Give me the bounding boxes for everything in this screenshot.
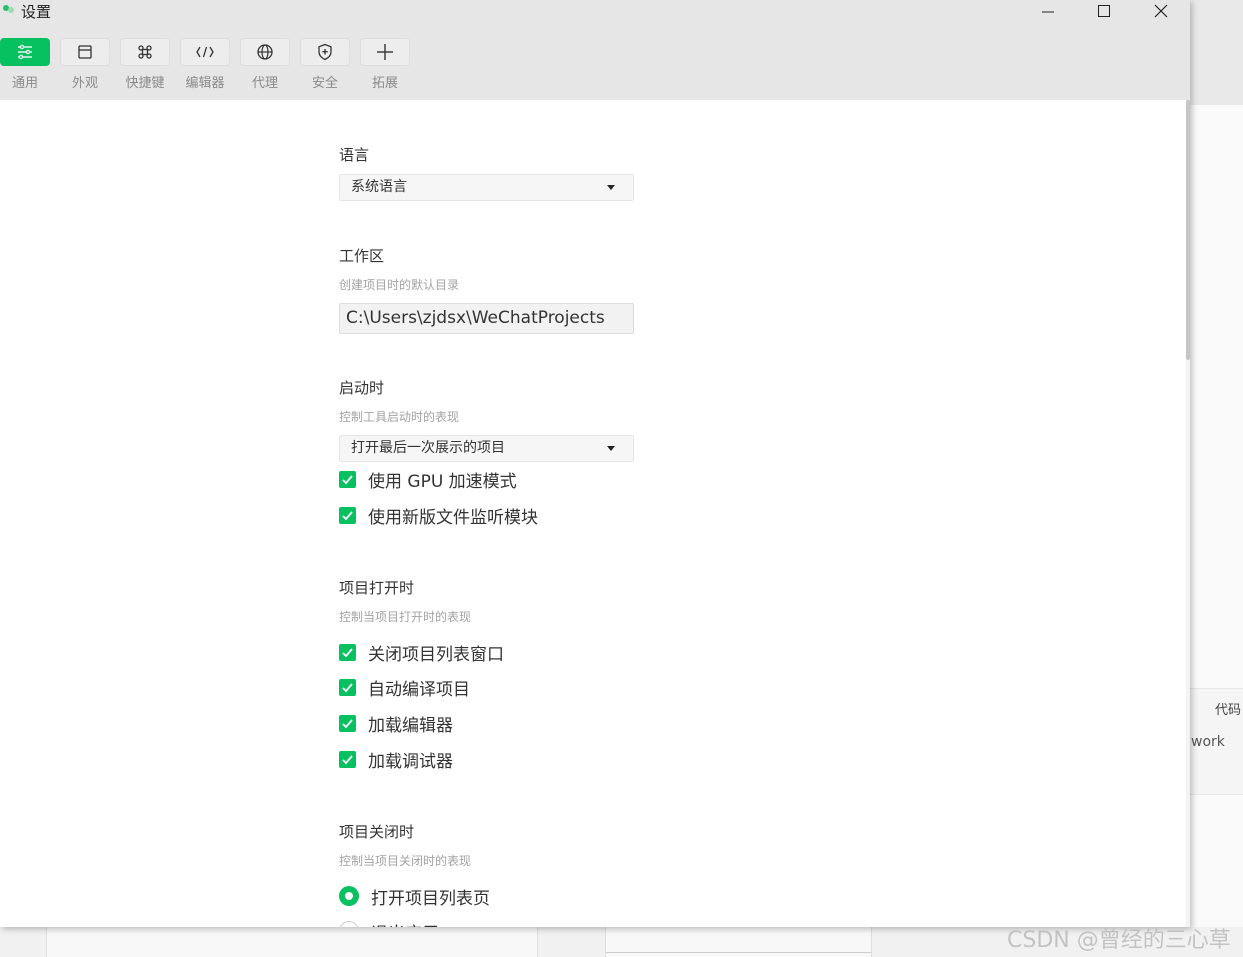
- file-watcher-label: 使用新版文件监听模块: [368, 507, 538, 528]
- language-title: 语言: [339, 146, 370, 164]
- auto-compile-checkbox[interactable]: [339, 678, 356, 696]
- auto-compile-checkbox-row[interactable]: 自动编译项目: [339, 677, 470, 700]
- workspace-title: 工作区: [339, 247, 385, 265]
- checkmark-icon: [342, 754, 353, 764]
- startup-select[interactable]: 打开最后一次展示的项目: [339, 435, 634, 462]
- workspace-path-input[interactable]: C:\Users\zjdsx\WeChatProjects: [339, 303, 634, 334]
- open-project-list-label: 打开项目列表页: [371, 888, 490, 909]
- tab-label: 外观: [71, 76, 98, 91]
- radio-dot-icon: [345, 892, 353, 900]
- project-close-description: 控制当项目关闭时的表现: [339, 854, 472, 868]
- globe-icon: [257, 44, 273, 60]
- tab-security[interactable]: 安全: [300, 38, 350, 91]
- exit-app-radio-row[interactable]: 退出应用: [339, 920, 439, 927]
- checkmark-icon: [342, 718, 353, 728]
- project-open-title: 项目打开时: [339, 579, 415, 597]
- tab-button[interactable]: [360, 38, 410, 66]
- project-close-title: 项目关闭时: [339, 823, 415, 841]
- app-logo-icon: [3, 5, 14, 13]
- maximize-button[interactable]: [1076, 0, 1132, 22]
- load-debugger-label: 加载调试器: [368, 751, 453, 772]
- open-project-list-radio[interactable]: [339, 886, 359, 906]
- tab-extensions[interactable]: 拓展: [360, 38, 410, 91]
- minimize-button[interactable]: [1020, 0, 1076, 22]
- maximize-icon: [1098, 5, 1110, 17]
- watermark: CSDN @曾经的三心草: [1007, 928, 1231, 953]
- file-watcher-checkbox[interactable]: [339, 506, 356, 524]
- command-key-icon: [138, 45, 152, 59]
- workspace-description: 创建项目时的默认目录: [339, 278, 460, 292]
- startup-title: 启动时: [339, 379, 385, 397]
- tab-button[interactable]: [60, 38, 110, 66]
- gpu-acceleration-checkbox[interactable]: [339, 470, 356, 488]
- settings-toolbar: 通用 外观 快捷键 编辑器 代理 安全 拓展: [0, 28, 1190, 100]
- tab-label: 代理: [251, 76, 278, 91]
- window-title: 设置: [21, 3, 52, 21]
- checkmark-icon: [342, 474, 353, 484]
- close-project-list-checkbox-row[interactable]: 关闭项目列表窗口: [339, 642, 504, 665]
- tab-proxy[interactable]: 代理: [240, 38, 290, 91]
- close-icon: [1154, 4, 1168, 18]
- startup-select-value: 打开最后一次展示的项目: [351, 440, 505, 456]
- auto-compile-label: 自动编译项目: [368, 679, 470, 700]
- plus-icon: [377, 44, 393, 60]
- close-project-list-label: 关闭项目列表窗口: [368, 644, 504, 665]
- tab-label: 编辑器: [185, 76, 225, 91]
- shield-icon: [318, 43, 332, 61]
- load-debugger-checkbox-row[interactable]: 加载调试器: [339, 749, 453, 772]
- tab-button[interactable]: [240, 38, 290, 66]
- exit-app-radio[interactable]: [339, 921, 359, 927]
- load-editor-checkbox[interactable]: [339, 714, 356, 732]
- close-button[interactable]: [1133, 0, 1189, 22]
- scrollbar-thumb[interactable]: [1186, 100, 1190, 360]
- sliders-icon: [18, 44, 32, 60]
- language-select[interactable]: 系统语言: [339, 174, 634, 201]
- tab-appearance[interactable]: 外观: [60, 38, 110, 91]
- minimize-icon: [1042, 11, 1054, 13]
- tab-button[interactable]: [120, 38, 170, 66]
- tab-label: 快捷键: [125, 76, 165, 91]
- startup-description: 控制工具启动时的表现: [339, 410, 460, 424]
- background-code-tab[interactable]: 代码: [1215, 699, 1241, 718]
- language-select-value: 系统语言: [351, 179, 407, 195]
- file-watcher-checkbox-row[interactable]: 使用新版文件监听模块: [339, 505, 538, 528]
- tab-button[interactable]: [0, 38, 50, 66]
- close-project-list-checkbox[interactable]: [339, 643, 356, 661]
- background-window-top: [1190, 0, 1243, 105]
- load-editor-label: 加载编辑器: [368, 715, 453, 736]
- background-panel: [605, 927, 872, 957]
- dropdown-arrow-icon: [607, 446, 615, 451]
- settings-content: [0, 100, 1190, 927]
- gpu-acceleration-checkbox-row[interactable]: 使用 GPU 加速模式: [339, 469, 517, 492]
- tab-button[interactable]: [300, 38, 350, 66]
- checkmark-icon: [342, 647, 353, 657]
- settings-window: 设置 通用 外观 快捷键 编辑器 代理 安全 拓展 语言 系统语言 工作区 创建…: [0, 0, 1190, 927]
- project-open-description: 控制当项目打开时的表现: [339, 610, 472, 624]
- background-window-right: [1190, 105, 1243, 957]
- tab-editor[interactable]: 编辑器: [180, 38, 230, 91]
- tab-label: 拓展: [371, 76, 398, 91]
- tab-label: 安全: [311, 76, 338, 91]
- checkmark-icon: [342, 682, 353, 692]
- background-work-text: work: [1191, 734, 1225, 750]
- open-project-list-radio-row[interactable]: 打开项目列表页: [339, 885, 490, 909]
- exit-app-label: 退出应用: [371, 919, 439, 928]
- gpu-acceleration-label: 使用 GPU 加速模式: [368, 471, 517, 492]
- tab-general[interactable]: 通用: [0, 38, 50, 91]
- load-debugger-checkbox[interactable]: [339, 750, 356, 768]
- code-icon: [196, 46, 214, 58]
- background-panel: [46, 927, 538, 957]
- window-layout-icon: [78, 45, 92, 59]
- title-bar: 设置: [0, 0, 1190, 28]
- tab-button[interactable]: [180, 38, 230, 66]
- tab-shortcuts[interactable]: 快捷键: [120, 38, 170, 91]
- tab-label: 通用: [11, 76, 38, 91]
- dropdown-arrow-icon: [607, 185, 615, 190]
- load-editor-checkbox-row[interactable]: 加载编辑器: [339, 713, 453, 736]
- checkmark-icon: [342, 510, 353, 520]
